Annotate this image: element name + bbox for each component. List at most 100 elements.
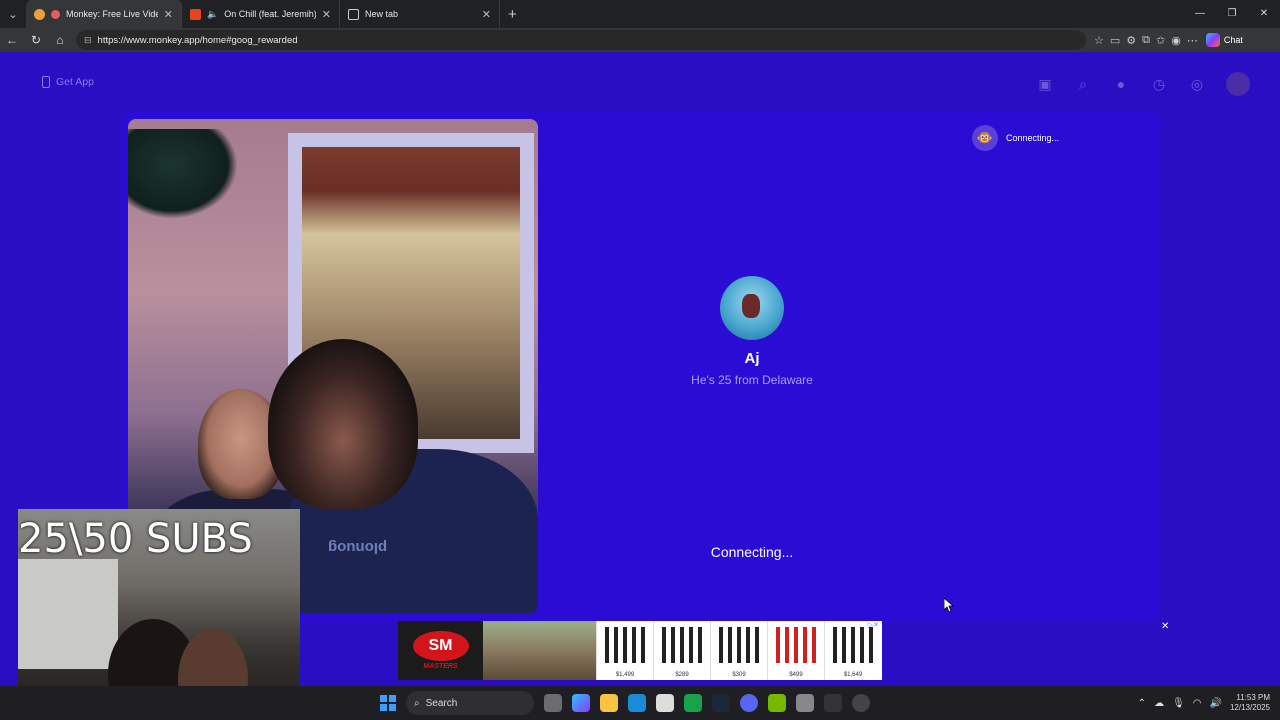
search-icon: ⌕ bbox=[414, 697, 420, 709]
back-icon[interactable]: ← bbox=[0, 33, 24, 47]
more-icon[interactable]: ⋯ bbox=[1187, 34, 1198, 47]
edge-icon[interactable] bbox=[628, 694, 646, 712]
tray-chevron-icon[interactable]: ⌃ bbox=[1138, 698, 1146, 709]
monkey-avatar-icon: 🐵 bbox=[972, 125, 998, 151]
url-text: https://www.monkey.app/home#goog_rewarde… bbox=[97, 34, 298, 46]
reload-icon[interactable]: ↻ bbox=[24, 33, 48, 47]
settings-icon[interactable] bbox=[796, 694, 814, 712]
tab-monkey[interactable]: Monkey: Free Live Video Chat ✕ bbox=[26, 0, 182, 28]
speaker-icon: 🔈 bbox=[207, 8, 219, 19]
ad-logo-text: SM bbox=[412, 631, 469, 661]
nvidia-icon[interactable] bbox=[768, 694, 786, 712]
page-icon bbox=[348, 8, 359, 20]
search-label: Search bbox=[425, 697, 458, 709]
ad-price: $499 bbox=[789, 672, 803, 678]
phone-icon bbox=[42, 76, 50, 88]
reader-icon[interactable]: ▭ bbox=[1110, 34, 1120, 47]
ad-product[interactable]: $499 bbox=[767, 621, 824, 680]
xbox-icon[interactable] bbox=[684, 694, 702, 712]
task-view-icon[interactable] bbox=[544, 694, 562, 712]
ad-banner[interactable]: SM MASTERS $1,499 $289 $309 $499 $1,649 … bbox=[398, 621, 882, 680]
tab-title: On Chill (feat. Jeremih) by W bbox=[224, 9, 316, 19]
user-avatar[interactable] bbox=[1226, 72, 1250, 96]
remote-status-text: Connecting... bbox=[1006, 133, 1060, 143]
ad-logo: SM MASTERS bbox=[398, 621, 483, 680]
wifi-icon[interactable]: ◠ bbox=[1193, 698, 1202, 709]
window-background bbox=[18, 559, 118, 669]
minimize-icon[interactable]: — bbox=[1184, 0, 1216, 28]
mic-icon[interactable]: 🎙 bbox=[1172, 698, 1185, 709]
taskbar-search[interactable]: ⌕ Search bbox=[406, 691, 534, 715]
match-profile: Aj He's 25 from Delaware bbox=[662, 276, 842, 387]
mouse-cursor-icon bbox=[944, 598, 954, 612]
store-icon[interactable]: ▣ bbox=[1036, 75, 1054, 93]
get-app-label: Get App bbox=[56, 76, 94, 88]
tab-title: New tab bbox=[365, 9, 399, 19]
messages-icon[interactable]: ◎ bbox=[1188, 75, 1206, 93]
search-icon[interactable]: ⌕ bbox=[1074, 75, 1092, 93]
onedrive-icon[interactable]: ☁ bbox=[1154, 698, 1164, 709]
clock-date: 12/13/2025 bbox=[1229, 703, 1270, 712]
site-info-icon[interactable]: ⊟ bbox=[84, 35, 92, 46]
system-tray: ⌃ ☁ 🎙 ◠ 🔊 11:53 PM 12/13/2025 bbox=[1138, 686, 1270, 720]
recording-icon bbox=[51, 9, 60, 19]
coin-icon[interactable]: ● bbox=[1112, 75, 1130, 93]
copilot-chat-button[interactable]: Chat bbox=[1205, 33, 1243, 47]
clock[interactable]: 11:53 PM 12/13/2025 bbox=[1230, 693, 1270, 713]
ad-product[interactable]: $289 bbox=[653, 621, 710, 680]
match-subtitle: He's 25 from Delaware bbox=[691, 373, 813, 387]
ad-image-road bbox=[483, 621, 596, 680]
toolbar-icons: ☆ ▭ ⚙ ⧉ ✩ ◉ ⋯ bbox=[1094, 34, 1198, 47]
split-screen-icon[interactable]: ⧉ bbox=[1142, 34, 1150, 47]
connecting-status: Connecting... bbox=[710, 544, 794, 560]
discord-icon[interactable] bbox=[740, 694, 758, 712]
monkey-favicon-icon bbox=[34, 8, 45, 20]
close-window-icon[interactable]: ✕ bbox=[1248, 0, 1280, 28]
extensions-icon[interactable]: ⚙ bbox=[1126, 34, 1136, 47]
close-ad-icon[interactable]: ✕ bbox=[1161, 621, 1169, 632]
clock-time: 11:53 PM bbox=[1236, 693, 1270, 702]
subs-counter: 25\50 SUBS bbox=[18, 516, 253, 562]
new-tab-icon[interactable]: + bbox=[508, 6, 517, 23]
ad-product[interactable]: $309 bbox=[710, 621, 767, 680]
start-icon[interactable] bbox=[380, 695, 396, 711]
home-icon[interactable]: ⌂ bbox=[48, 33, 72, 47]
ad-product[interactable]: $1,499 bbox=[596, 621, 653, 680]
url-input[interactable]: ⊟ https://www.monkey.app/home#goog_rewar… bbox=[76, 30, 1086, 50]
tab-new[interactable]: New tab ✕ bbox=[340, 0, 500, 28]
tab-list-chevron-icon[interactable]: ⌄ bbox=[0, 0, 26, 28]
ad-product[interactable]: $1,649 ▷✕ bbox=[824, 621, 881, 680]
restore-icon[interactable]: ❐ bbox=[1216, 0, 1248, 28]
ad-price: $309 bbox=[732, 672, 746, 678]
ad-logo-sub: MASTERS bbox=[423, 663, 458, 670]
copilot-app-icon[interactable] bbox=[572, 694, 590, 712]
person-head bbox=[268, 339, 418, 509]
obs-icon[interactable] bbox=[852, 694, 870, 712]
profile-icon[interactable]: ◉ bbox=[1171, 34, 1181, 47]
chat-label: Chat bbox=[1223, 35, 1243, 45]
app-icon[interactable] bbox=[824, 694, 842, 712]
close-tab-icon[interactable]: ✕ bbox=[322, 8, 331, 21]
tab-music[interactable]: 🔈 On Chill (feat. Jeremih) by W ✕ bbox=[182, 0, 340, 28]
close-tab-icon[interactable]: ✕ bbox=[164, 8, 173, 21]
ad-choices-icon[interactable]: ▷✕ bbox=[868, 621, 879, 629]
history-icon[interactable]: ◷ bbox=[1150, 75, 1168, 93]
music-favicon-icon bbox=[190, 8, 201, 20]
ad-price: $289 bbox=[675, 672, 689, 678]
store-app-icon[interactable] bbox=[656, 694, 674, 712]
windows-taskbar: ⌕ Search ⌃ ☁ 🎙 ◠ 🔊 11:53 PM 12/13/2025 bbox=[0, 686, 1280, 720]
top-nav-icons: ▣ ⌕ ● ◷ ◎ bbox=[1036, 72, 1250, 96]
taskbar-apps: ⌕ Search bbox=[380, 686, 870, 720]
ad-price: $1,649 bbox=[843, 672, 863, 678]
shirt-print: plonuog bbox=[328, 539, 388, 556]
address-bar-row: ← ↻ ⌂ ⊟ https://www.monkey.app/home#goog… bbox=[0, 28, 1280, 52]
favorite-star-icon[interactable]: ☆ bbox=[1094, 34, 1104, 47]
volume-icon[interactable]: 🔊 bbox=[1210, 698, 1222, 709]
steam-icon[interactable] bbox=[712, 694, 730, 712]
file-explorer-icon[interactable] bbox=[600, 694, 618, 712]
match-avatar bbox=[720, 276, 784, 340]
get-app-link[interactable]: Get App bbox=[42, 76, 94, 88]
close-tab-icon[interactable]: ✕ bbox=[482, 8, 491, 21]
copilot-icon bbox=[1205, 33, 1220, 47]
favorites-icon[interactable]: ✩ bbox=[1156, 34, 1165, 47]
